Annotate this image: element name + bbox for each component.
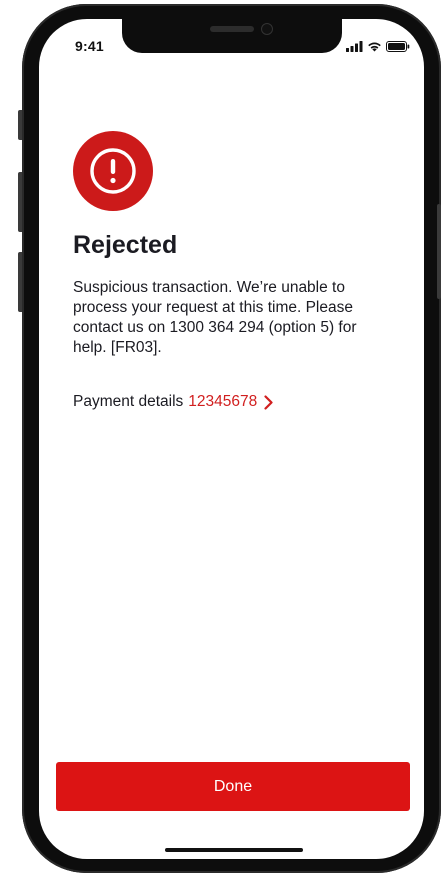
notch: [122, 19, 342, 53]
status-time: 9:41: [75, 38, 104, 54]
payment-details-link[interactable]: Payment details 12345678: [73, 393, 273, 411]
exclamation-circle-icon: [90, 148, 136, 194]
alert-badge: [73, 131, 153, 211]
cellular-signal-icon: [346, 41, 363, 52]
speaker-grille: [210, 26, 254, 32]
done-button[interactable]: Done: [56, 762, 410, 811]
payment-details-label: Payment details: [73, 393, 184, 410]
battery-icon: [386, 41, 410, 52]
wifi-icon: [368, 42, 381, 52]
status-icons: [346, 41, 410, 52]
chevron-right-icon: [264, 394, 273, 410]
phone-frame: 9:41 Rejected Suspicious transaction. We…: [22, 4, 441, 873]
rejection-message: Suspicious transaction. We’re unable to …: [73, 279, 357, 356]
page-title: Rejected: [73, 231, 178, 259]
power-button: [437, 204, 441, 299]
mockup-stage: 9:41 Rejected Suspicious transaction. We…: [0, 0, 443, 875]
phone-screen: 9:41 Rejected Suspicious transaction. We…: [39, 19, 424, 859]
home-indicator[interactable]: [165, 848, 303, 852]
front-camera: [261, 23, 273, 35]
payment-reference: 12345678: [188, 393, 258, 410]
